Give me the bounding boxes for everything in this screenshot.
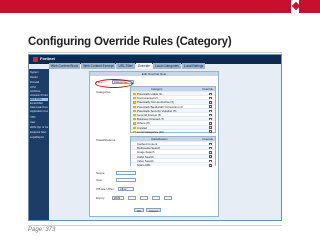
categories-label: Categories: [96, 90, 111, 94]
sidebar-item-antivirus[interactable]: AntiVirus: [30, 90, 48, 93]
classifications-label: Classifications: [96, 138, 116, 142]
expiry-label: Expiry: [96, 196, 105, 200]
tab-web-content-block[interactable]: Web Content Block: [49, 63, 81, 69]
categories-table: Category Override Potentially Liable (1)…: [130, 86, 216, 134]
sidebar-item-user[interactable]: User: [30, 121, 48, 124]
scope-label: Scope: [96, 171, 105, 175]
tab-local-categories[interactable]: Local Categories: [152, 63, 181, 69]
top-banner: [0, 0, 320, 13]
override-rule-panel: Edit Override Rule Type Categories Categ…: [89, 71, 219, 217]
slide-title: Configuring Override Rules (Category): [28, 36, 232, 48]
sidebar-item-email-filter[interactable]: Email Filter: [30, 102, 48, 105]
off-site-label: Off-site URLs: [96, 187, 114, 191]
expiry-minute-select[interactable]: [164, 195, 172, 200]
sidebar-item-web-filter[interactable]: Web Filter: [30, 98, 48, 101]
sidebar-item-log-report[interactable]: Log&Report: [30, 136, 48, 139]
classification-name: Spam URL: [137, 162, 151, 167]
tab-url-filter[interactable]: URL Filter: [116, 63, 135, 69]
logo-mark-icon: [33, 57, 38, 62]
slide: Configuring Override Rules (Category) Fo…: [0, 0, 320, 240]
ok-button[interactable]: OK: [134, 208, 145, 213]
highlight-oval: [95, 79, 133, 88]
table-row: Local Categories (10): [131, 128, 215, 134]
sidebar: System Router Firewall UTM AntiVirus Int…: [29, 69, 49, 220]
panel-title: Edit Override Rule: [90, 72, 218, 76]
category-name: Local Categories (10): [137, 129, 164, 134]
override-checkbox[interactable]: [209, 130, 212, 134]
expand-icon[interactable]: [133, 130, 136, 134]
sidebar-item-system[interactable]: System: [30, 71, 48, 74]
tab-web-content-exempt[interactable]: Web Content Exempt: [81, 63, 116, 69]
categories-rows: Potentially Liable (1) Controversial (2)…: [131, 91, 215, 134]
sidebar-item-dlp[interactable]: Data Leak Prevention: [30, 106, 48, 109]
sidebar-item-endpoint[interactable]: Endpoint NAC: [30, 131, 48, 134]
expiry-month-select[interactable]: [128, 195, 136, 200]
footer-divider: [28, 225, 282, 226]
off-site-select[interactable]: Allow: [118, 186, 134, 191]
sidebar-item-wan-opt[interactable]: WAN Opt. & Cache: [30, 126, 48, 129]
override-checkbox[interactable]: [209, 163, 212, 167]
logo-text: Fortinet: [40, 56, 55, 61]
expiry-day-select[interactable]: [140, 195, 148, 200]
screenshot-frame: Fortinet Web Content Block Web Content E…: [28, 54, 282, 221]
classifications-table: Classification Override Cached Content M…: [130, 136, 216, 167]
tab-override[interactable]: Override: [135, 63, 152, 69]
sidebar-item-router[interactable]: Router: [30, 76, 48, 79]
scope-select[interactable]: [116, 170, 136, 175]
sidebar-item-firewall[interactable]: Firewall: [30, 81, 48, 84]
sidebar-item-ips[interactable]: Intrusion Protection: [30, 94, 48, 97]
logo: Fortinet: [33, 56, 59, 62]
page-number: Page: 373: [28, 227, 56, 233]
tab-local-ratings[interactable]: Local Ratings: [181, 63, 206, 69]
user-label: User: [96, 178, 103, 182]
sidebar-item-app-control[interactable]: Application Control: [30, 110, 48, 113]
sidebar-item-utm[interactable]: UTM: [30, 86, 48, 89]
table-row: Spam URL: [131, 161, 215, 167]
tab-bar: Web Content Block Web Content Exempt URL…: [49, 63, 206, 69]
user-input[interactable]: [116, 177, 136, 182]
cancel-button[interactable]: Cancel: [146, 208, 161, 213]
expiry-hour-select[interactable]: [152, 195, 160, 200]
expiry-year-select[interactable]: 2009: [112, 195, 124, 200]
sidebar-item-vpn[interactable]: VPN: [30, 116, 48, 119]
title-divider: [28, 52, 282, 53]
